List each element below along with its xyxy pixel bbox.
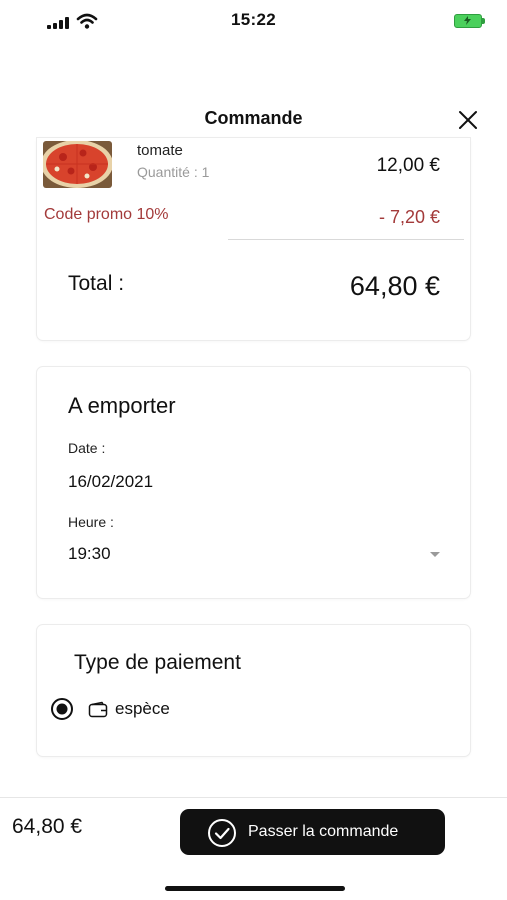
promo-code-label: Code promo 10% xyxy=(44,206,169,223)
time-label: Heure : xyxy=(68,514,114,530)
takeaway-title: A emporter xyxy=(68,393,176,418)
battery-tip xyxy=(482,18,485,24)
payment-type-title: Type de paiement xyxy=(74,651,241,674)
close-icon[interactable] xyxy=(456,108,480,132)
wallet-icon xyxy=(88,701,108,718)
item-price: 12,00 € xyxy=(376,155,440,176)
time-select[interactable] xyxy=(60,536,450,572)
item-name: tomate xyxy=(137,142,183,159)
place-order-label: Passer la commande xyxy=(248,823,399,840)
divider xyxy=(228,239,464,240)
page-title: Commande xyxy=(204,108,303,128)
footer-total: 64,80 € xyxy=(12,815,83,838)
footer-divider xyxy=(0,797,507,798)
time-value: 19:30 xyxy=(68,544,111,563)
status-time: 15:22 xyxy=(231,10,276,29)
battery-icon xyxy=(454,14,482,28)
total-value: 64,80 € xyxy=(349,271,440,301)
payment-radio-button[interactable] xyxy=(50,697,74,721)
pizza-thumbnail xyxy=(43,141,112,188)
home-indicator[interactable] xyxy=(165,886,345,891)
promo-discount-value: - 7,20 € xyxy=(378,207,440,227)
total-label: Total : xyxy=(68,272,125,295)
chevron-down-icon[interactable] xyxy=(430,552,440,557)
payment-card xyxy=(37,625,470,756)
item-quantity: Quantité : 1 xyxy=(137,164,210,180)
date-label: Date : xyxy=(68,440,106,456)
payment-option-label[interactable]: espèce xyxy=(115,699,170,719)
check-circle-icon xyxy=(208,819,236,847)
date-field[interactable]: 16/02/2021 xyxy=(68,472,153,492)
